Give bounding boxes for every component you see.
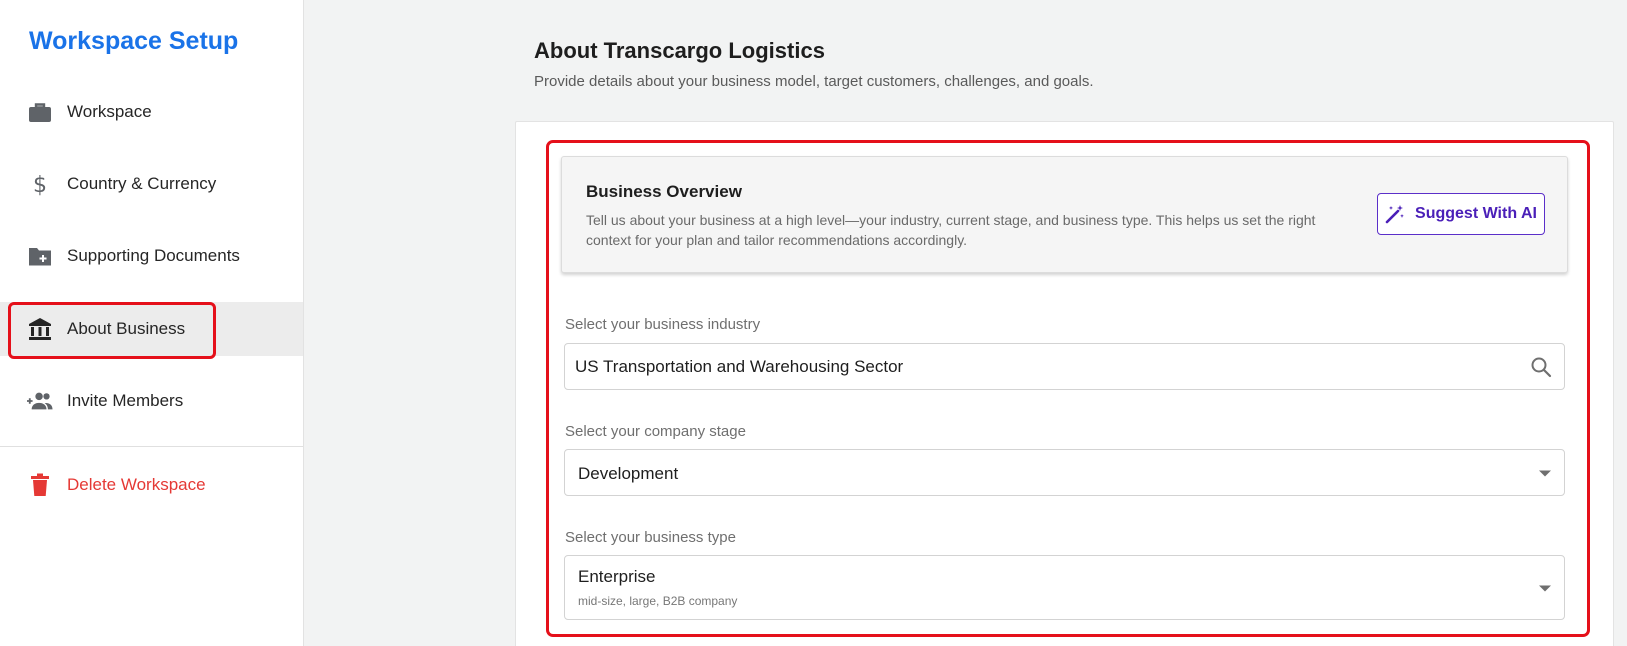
bank-icon	[27, 316, 53, 342]
company-stage-select[interactable]: Development	[564, 449, 1565, 496]
chevron-down-icon[interactable]	[1538, 469, 1552, 477]
page-title: About Transcargo Logistics	[534, 38, 825, 63]
sidebar-item-label: Workspace	[67, 102, 152, 121]
trash-icon	[27, 472, 53, 498]
industry-search-field[interactable]	[564, 343, 1565, 390]
industry-search-input[interactable]	[575, 344, 1515, 389]
page-subtitle: Provide details about your business mode…	[534, 73, 1094, 90]
svg-text:$: $	[33, 173, 47, 196]
search-icon[interactable]	[1530, 356, 1552, 378]
sidebar-item-label: Country & Currency	[67, 174, 217, 193]
business-type-select[interactable]: Enterprise mid-size, large, B2B company	[564, 555, 1565, 620]
sidebar-item-label: Supporting Documents	[67, 246, 240, 265]
sidebar-item-supporting-documents[interactable]: Supporting Documents	[0, 229, 303, 283]
sidebar-item-about-business[interactable]: About Business	[0, 302, 303, 356]
business-overview-title: Business Overview	[586, 182, 742, 201]
industry-label: Select your business industry	[565, 316, 761, 333]
briefcase-icon	[27, 99, 53, 125]
sidebar-item-workspace[interactable]: Workspace	[0, 85, 303, 139]
add-people-icon	[27, 388, 53, 414]
sidebar-item-invite-members[interactable]: Invite Members	[0, 374, 303, 428]
business-type-label: Select your business type	[565, 529, 736, 546]
suggest-with-ai-button[interactable]: Suggest With AI	[1377, 193, 1545, 235]
sidebar-item-country-currency[interactable]: $ Country & Currency	[0, 157, 303, 211]
company-stage-value: Development	[578, 464, 679, 483]
dollar-icon: $	[27, 171, 53, 197]
magic-wand-icon	[1385, 204, 1405, 224]
sidebar-item-label: About Business	[67, 319, 186, 338]
business-type-hint: mid-size, large, B2B company	[578, 594, 738, 608]
business-overview-description: Tell us about your business at a high le…	[586, 212, 1316, 248]
sidebar-item-label: Invite Members	[67, 391, 184, 410]
folder-plus-icon	[27, 243, 53, 269]
business-overview-panel: Business Overview Tell us about your bus…	[561, 156, 1568, 273]
chevron-down-icon[interactable]	[1538, 584, 1552, 592]
company-stage-label: Select your company stage	[565, 423, 746, 440]
delete-workspace-button[interactable]: Delete Workspace	[0, 458, 303, 512]
sidebar-divider	[0, 446, 303, 447]
sidebar-title: Workspace Setup	[29, 27, 239, 55]
sidebar: Workspace Setup Workspace $ Country & Cu…	[0, 0, 304, 646]
delete-workspace-label: Delete Workspace	[67, 475, 206, 494]
business-type-value: Enterprise	[578, 567, 656, 586]
suggest-with-ai-label: Suggest With AI	[1415, 205, 1537, 222]
